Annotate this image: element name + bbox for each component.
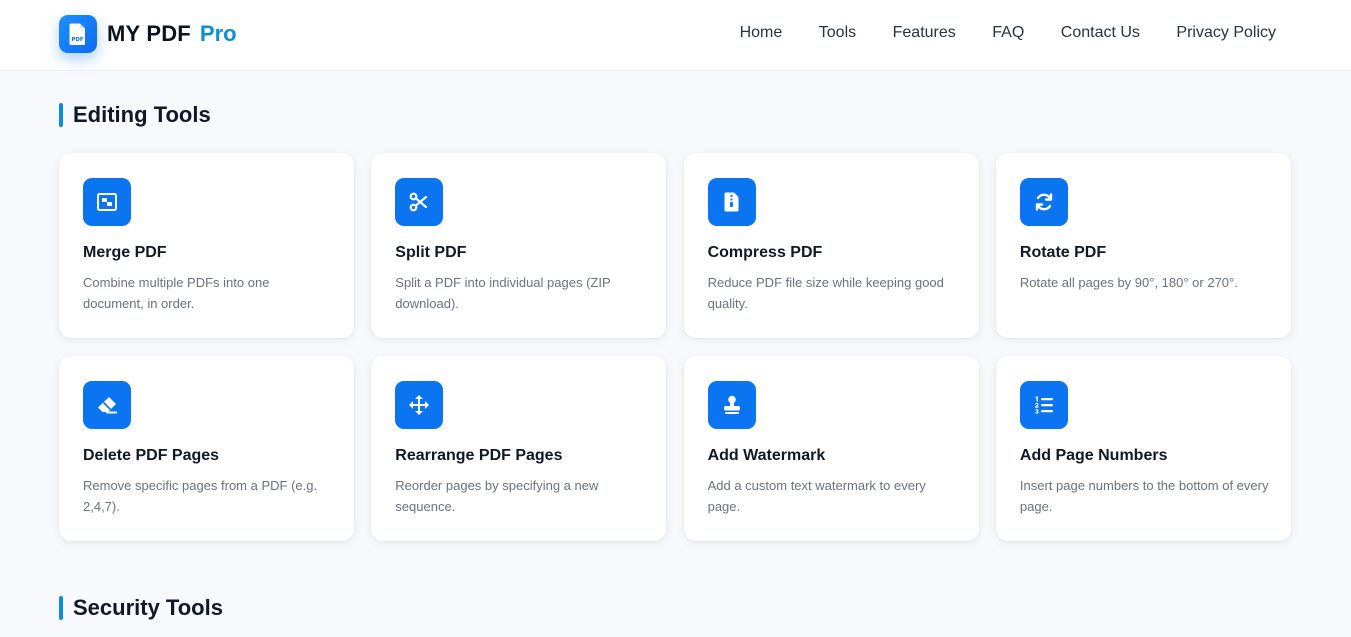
scissors-icon	[395, 178, 444, 226]
numbered-list-icon	[1019, 381, 1068, 429]
tool-description: Reorder pages by specifying a new sequen…	[395, 478, 599, 514]
tool-description: Combine multiple PDFs into one document,…	[83, 275, 270, 311]
eraser-icon	[83, 381, 131, 429]
tool-title: Rearrange PDF Pages	[395, 447, 563, 464]
editing-tools-grid: Merge PDF Combine multiple PDFs into one…	[59, 153, 1291, 541]
nav-home[interactable]: Home	[740, 22, 783, 44]
site-header: PDF MY PDF Pro Home Tools Features FAQ C…	[0, 0, 1351, 71]
stamp-icon	[707, 381, 756, 429]
nav-faq[interactable]: FAQ	[992, 22, 1024, 44]
section-title: Security Tools	[73, 595, 223, 620]
tool-description: Rotate all pages by 90°, 180° or 270°.	[1019, 275, 1238, 290]
nav-tools[interactable]: Tools	[819, 22, 856, 44]
brand-name: MY PDF	[107, 21, 191, 46]
rotate-icon	[1019, 178, 1068, 226]
tool-title: Delete PDF Pages	[83, 447, 220, 464]
tool-title: Rotate PDF	[1019, 244, 1107, 261]
tool-description: Remove specific pages from a PDF (e.g. 2…	[83, 478, 318, 514]
section-heading-security: Security Tools	[59, 595, 223, 621]
brand-logo[interactable]: PDF MY PDF Pro	[59, 15, 237, 53]
tool-description: Add a custom text watermark to every pag…	[707, 478, 926, 514]
tool-card-add-page-numbers[interactable]: Add Page Numbers Insert page numbers to …	[995, 356, 1291, 541]
tool-card-compress-pdf[interactable]: Compress PDF Reduce PDF file size while …	[683, 153, 979, 338]
main-nav: Home Tools Features FAQ Contact Us Priva…	[740, 22, 1276, 44]
tool-card-split-pdf[interactable]: Split PDF Split a PDF into individual pa…	[371, 153, 667, 338]
nav-contact-us[interactable]: Contact Us	[1061, 22, 1140, 44]
section-accent-bar	[59, 103, 63, 127]
tool-title: Split PDF	[395, 244, 467, 261]
tool-title: Add Watermark	[707, 447, 826, 464]
pdf-file-icon: PDF	[59, 15, 97, 53]
tool-description: Reduce PDF file size while keeping good …	[707, 275, 944, 311]
section-title: Editing Tools	[73, 102, 211, 127]
compress-file-icon	[707, 178, 756, 226]
tool-card-delete-pdf-pages[interactable]: Delete PDF Pages Remove specific pages f…	[59, 356, 354, 541]
move-arrows-icon	[395, 381, 444, 429]
tool-card-add-watermark[interactable]: Add Watermark Add a custom text watermar…	[683, 356, 979, 541]
nav-features[interactable]: Features	[893, 22, 956, 44]
tool-title: Compress PDF	[707, 244, 823, 261]
brand-badge-text: PDF	[71, 37, 84, 43]
tool-card-rearrange-pdf-pages[interactable]: Rearrange PDF Pages Reorder pages by spe…	[371, 356, 667, 541]
section-accent-bar	[59, 596, 63, 620]
nav-privacy-policy[interactable]: Privacy Policy	[1176, 22, 1276, 44]
tool-title: Merge PDF	[83, 244, 167, 261]
tool-title: Add Page Numbers	[1019, 447, 1168, 464]
tool-description: Split a PDF into individual pages (ZIP d…	[395, 275, 611, 311]
merge-icon	[83, 178, 131, 226]
tool-description: Insert page numbers to the bottom of eve…	[1019, 478, 1269, 514]
section-heading-editing: Editing Tools	[59, 102, 211, 128]
tool-card-merge-pdf[interactable]: Merge PDF Combine multiple PDFs into one…	[59, 153, 354, 338]
tool-card-rotate-pdf[interactable]: Rotate PDF Rotate all pages by 90°, 180°…	[995, 153, 1291, 338]
brand-accent: Pro	[199, 21, 237, 46]
